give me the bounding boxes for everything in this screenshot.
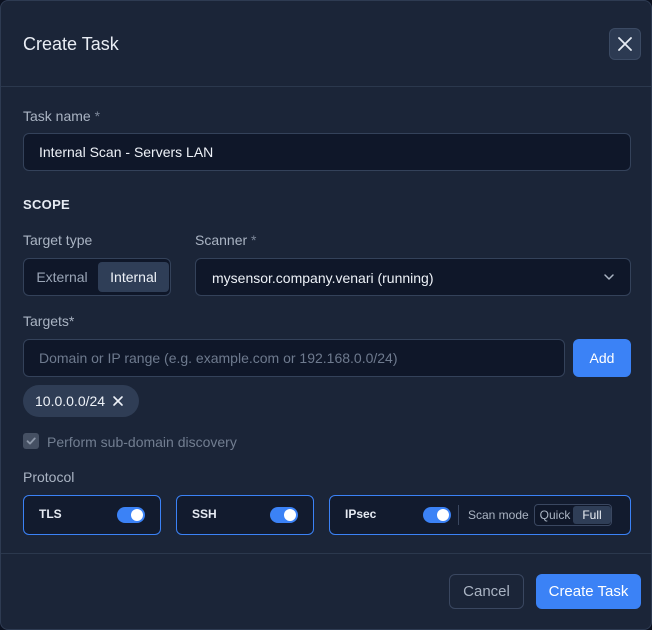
protocol-label: Protocol: [23, 469, 75, 485]
cancel-button[interactable]: Cancel: [449, 574, 524, 609]
subdomain-discovery-checkbox[interactable]: [23, 433, 39, 449]
chevron-down-icon: [604, 274, 614, 280]
divider: [458, 505, 459, 525]
toggle-knob: [131, 509, 143, 521]
create-task-button[interactable]: Create Task: [536, 574, 641, 609]
scanner-label: Scanner *: [195, 232, 257, 248]
protocol-name-tls: TLS: [39, 507, 62, 521]
ipsec-toggle[interactable]: [423, 507, 451, 523]
scope-section-title: SCOPE: [23, 197, 71, 212]
scan-mode-label: Scan mode: [468, 508, 529, 522]
target-chip: 10.0.0.0/24: [23, 385, 139, 417]
scan-mode-toggle: Quick Full: [534, 504, 612, 526]
check-icon: [26, 437, 36, 445]
scan-mode-full[interactable]: Full: [573, 506, 611, 524]
protocol-card-tls: TLS: [23, 495, 161, 535]
scanner-select[interactable]: mysensor.company.venari (running): [195, 258, 631, 296]
target-type-internal[interactable]: Internal: [98, 262, 169, 292]
target-type-external[interactable]: External: [28, 262, 96, 292]
ssh-toggle[interactable]: [270, 507, 298, 523]
task-name-input[interactable]: [23, 133, 631, 171]
close-button[interactable]: [609, 28, 641, 60]
toggle-knob: [437, 509, 449, 521]
subdomain-discovery-label: Perform sub-domain discovery: [47, 434, 237, 450]
modal-footer: Cancel Create Task: [1, 553, 651, 629]
task-name-label: Task name *: [23, 108, 101, 124]
protocol-name-ssh: SSH: [192, 507, 217, 521]
modal-title: Create Task: [23, 34, 119, 54]
target-type-label: Target type: [23, 232, 93, 248]
close-icon[interactable]: [111, 394, 125, 408]
add-target-button[interactable]: Add: [573, 339, 631, 377]
target-type-toggle: External Internal: [23, 258, 171, 296]
close-icon: [618, 37, 632, 51]
required-mark: *: [94, 108, 101, 124]
target-chip-label: 10.0.0.0/24: [35, 393, 106, 409]
scanner-value: mysensor.company.venari (running): [212, 270, 434, 286]
tls-toggle[interactable]: [117, 507, 145, 523]
protocol-name-ipsec: IPsec: [345, 507, 377, 521]
protocol-card-ssh: SSH: [176, 495, 314, 535]
toggle-knob: [284, 509, 296, 521]
modal-header: Create Task: [1, 1, 651, 87]
scan-mode-quick[interactable]: Quick: [538, 506, 572, 524]
protocol-card-ipsec: IPsec Scan mode Quick Full: [329, 495, 631, 535]
required-mark: *: [251, 232, 257, 248]
targets-input[interactable]: [23, 339, 565, 377]
create-task-modal: Create Task Task name * SCOPE Target typ…: [0, 0, 652, 630]
targets-label: Targets*: [23, 313, 75, 329]
